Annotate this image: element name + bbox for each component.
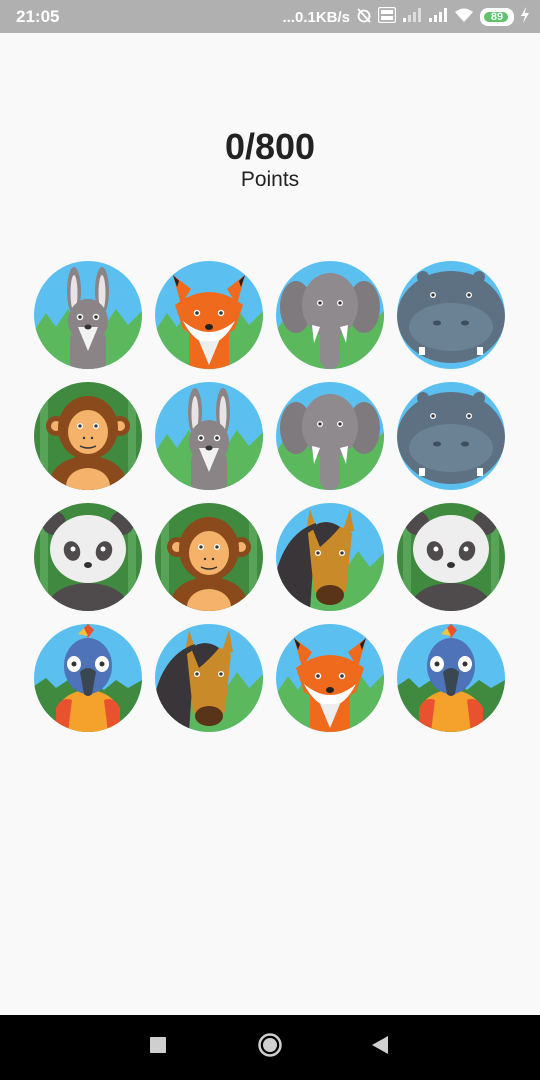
memory-card-rabbit[interactable]	[155, 382, 263, 490]
fox-icon	[276, 624, 384, 732]
back-triangle-icon	[371, 1035, 389, 1060]
horse-icon	[155, 624, 263, 732]
parrot-icon	[34, 624, 142, 732]
hippo-icon	[397, 382, 505, 490]
rabbit-icon	[155, 382, 263, 490]
elephant-icon	[276, 261, 384, 369]
elephant-icon	[276, 382, 384, 490]
memory-card-rabbit[interactable]	[34, 261, 142, 369]
memory-card-panda[interactable]	[397, 503, 505, 611]
memory-card-monkey[interactable]	[155, 503, 263, 611]
home-circle-icon	[257, 1032, 283, 1063]
memory-card-fox[interactable]	[155, 261, 263, 369]
back-button[interactable]	[340, 1015, 420, 1080]
rabbit-icon	[34, 261, 142, 369]
memory-card-parrot[interactable]	[397, 624, 505, 732]
home-button[interactable]	[230, 1015, 310, 1080]
panda-icon	[397, 503, 505, 611]
memory-card-parrot[interactable]	[34, 624, 142, 732]
memory-card-hippo[interactable]	[397, 261, 505, 369]
monkey-icon	[34, 382, 142, 490]
memory-card-fox[interactable]	[276, 624, 384, 732]
memory-card-panda[interactable]	[34, 503, 142, 611]
hippo-icon	[397, 261, 505, 369]
parrot-icon	[397, 624, 505, 732]
recents-button[interactable]	[118, 1015, 198, 1080]
memory-card-monkey[interactable]	[34, 382, 142, 490]
panda-icon	[34, 503, 142, 611]
memory-card-hippo[interactable]	[397, 382, 505, 490]
monkey-icon	[155, 503, 263, 611]
recents-square-icon	[149, 1036, 167, 1059]
horse-icon	[276, 503, 384, 611]
memory-card-horse[interactable]	[155, 624, 263, 732]
navigation-bar	[0, 1015, 540, 1080]
memory-card-horse[interactable]	[276, 503, 384, 611]
memory-card-elephant[interactable]	[276, 261, 384, 369]
fox-icon	[155, 261, 263, 369]
card-grid	[0, 0, 540, 1000]
memory-card-elephant[interactable]	[276, 382, 384, 490]
